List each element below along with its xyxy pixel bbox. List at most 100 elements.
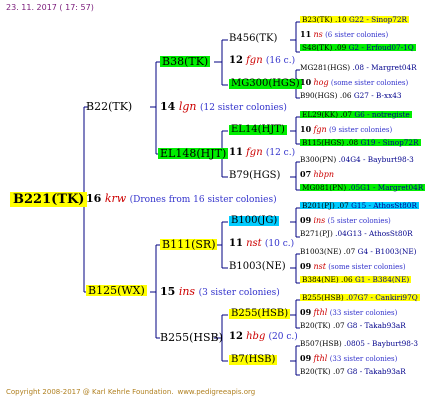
gen4-2-dam-row[interactable]: B115(HGS) .08 G19 - Sinop72R — [300, 138, 421, 147]
gen4-6-dam-ref[interactable]: G8 - Takab93aR — [347, 321, 406, 330]
gen4-7-sire-ref[interactable]: .0805 - Bayburt98-3 — [344, 339, 418, 348]
gen4-6-info: 09 fthl (33 sister colonies) — [300, 308, 397, 317]
gen4-4-dam[interactable]: B271(PJ) — [300, 229, 333, 238]
gen4-6-sire-row[interactable]: B255(HSB) .07G7 - Cankiri97Q — [300, 293, 420, 302]
gen4-5-dam-year: .06 — [341, 275, 353, 284]
root-queen[interactable]: B221(TK) — [10, 192, 88, 207]
gen4-2-dam-year: .08 — [346, 138, 359, 147]
gen3-1-siblings: (12 c.) — [265, 148, 296, 158]
gen4-5-sire-row[interactable]: B1003(NE) .07 G4 - B1003(NE) — [300, 248, 417, 255]
gen2-1-siblings: (3 sister colonies) — [198, 288, 280, 298]
gen4-3-code: hbpn — [313, 170, 335, 179]
gen4-4-sire-row[interactable]: B201(PJ) .07 G15 - AthosSt80R — [300, 201, 419, 210]
gen2-1-sire[interactable]: B111(SR) — [160, 239, 218, 250]
gen4-4-code: ins — [313, 216, 326, 225]
gen4-7-dam-ref[interactable]: G8 - Takab93aR — [347, 367, 406, 376]
gen3-3-info: 12 hbg (20 c.) — [229, 332, 298, 342]
gen3-1-sire[interactable]: EL14(HJT) — [229, 125, 287, 135]
gen3-0-dam[interactable]: MG300(HGS) — [229, 79, 302, 89]
gen4-4-dam-ref[interactable]: .04G13 - AthosSt80R — [335, 229, 412, 238]
gen4-6-siblings: (33 sister colonies) — [329, 309, 398, 317]
gen2-1-dam[interactable]: B255(HSB) — [160, 332, 223, 343]
gen4-1-dam-row[interactable]: B90(HGS) .06 G27 - B-xx43 — [300, 92, 402, 99]
gen2-0-info: 14 lgn (12 sister colonies) — [160, 101, 287, 113]
gen4-1-dam[interactable]: B90(HGS) — [300, 91, 338, 100]
gen4-3-dam-ref[interactable]: .05G1 - Margret04R — [349, 183, 424, 192]
gen4-4-info: 09 ins (5 sister colonies) — [300, 216, 391, 225]
footer-url[interactable]: www.pedigreeapis.org — [177, 388, 255, 396]
gen4-2-sire-year: .07 — [340, 110, 352, 119]
gen3-2-sire[interactable]: B100(JG) — [229, 216, 280, 226]
gen4-7-dam-year: .07 — [333, 367, 345, 376]
gen4-5-code: nst — [313, 262, 326, 271]
gen4-0-dam[interactable]: S48(TK) — [302, 43, 332, 52]
gen4-6-dam-row[interactable]: B20(TK) .07 G8 - Takab93aR — [300, 322, 406, 329]
gen1-code: krw — [104, 192, 127, 205]
gen2-0-year: 14 — [160, 100, 176, 113]
gen3-2-info: 11 nst (10 c.) — [229, 239, 294, 249]
gen4-0-dam-year: .09 — [334, 43, 347, 52]
gen4-7-sire[interactable]: B507(HSB) — [300, 339, 342, 348]
gen4-1-sire-ref[interactable]: .08 - Margret04R — [352, 63, 416, 72]
gen4-5-dam-row[interactable]: B384(NE) .06 G1 - B384(NE) — [300, 275, 412, 284]
gen4-3-sire-ref[interactable]: .04G4 - Bayburt98-3 — [339, 155, 414, 164]
gen4-0-dam-row[interactable]: S48(TK) .09 G2 - Erfoud07-1Q — [300, 43, 416, 52]
gen4-4-sire-ref[interactable]: G15 - AthosSt80R — [351, 201, 417, 210]
gen3-0-siblings: (16 c.) — [265, 56, 296, 66]
gen4-6-sire-ref[interactable]: .07G7 - Cankiri97Q — [346, 293, 418, 302]
gen4-0-sire[interactable]: B23(TK) — [302, 15, 333, 24]
gen3-0-code: fgn — [246, 55, 263, 66]
gen4-5-dam-ref[interactable]: G1 - B384(NE) — [355, 275, 409, 284]
gen4-4-sire-year: .07 — [337, 201, 349, 210]
gen3-3-siblings: (20 c.) — [268, 332, 298, 342]
gen4-3-sire[interactable]: B300(PN) — [300, 155, 336, 164]
gen4-6-year: 09 — [300, 307, 312, 317]
gen4-6-dam[interactable]: B20(TK) — [300, 321, 331, 330]
gen4-6-dam-year: .07 — [333, 321, 345, 330]
gen2-0-code: lgn — [178, 100, 197, 113]
gen1-info: 16 krw (Drones from 16 sister colonies) — [86, 193, 277, 205]
gen3-3-sire[interactable]: B255(HSB) — [229, 309, 291, 319]
gen4-5-sire[interactable]: B1003(NE) — [300, 247, 341, 256]
gen4-7-dam-row[interactable]: B20(TK) .07 G8 - Takab93aR — [300, 368, 406, 375]
gen3-0-sire[interactable]: B456(TK) — [229, 34, 277, 44]
gen4-2-dam-ref[interactable]: G19 - Sinop72R — [360, 138, 418, 147]
gen4-1-dam-ref[interactable]: G27 - B-xx43 — [354, 91, 402, 100]
gen4-1-sire[interactable]: MG281(HGS) — [300, 63, 350, 72]
gen3-2-dam[interactable]: B1003(NE) — [229, 262, 286, 272]
gen3-1-dam[interactable]: B79(HGS) — [229, 171, 280, 181]
gen3-3-dam[interactable]: B7(HSB) — [229, 355, 278, 365]
gen2-0-sire[interactable]: B38(TK) — [160, 56, 211, 67]
gen4-4-dam-row[interactable]: B271(PJ) .04G13 - AthosSt80R — [300, 230, 413, 237]
gen4-6-sire[interactable]: B255(HSB) — [302, 293, 344, 302]
gen4-7-info: 09 fthl (33 sister colonies) — [300, 354, 397, 363]
gen4-5-dam[interactable]: B384(NE) — [302, 275, 339, 284]
gen4-7-sire-row[interactable]: B507(HSB) .0805 - Bayburt98-3 — [300, 340, 418, 347]
gen4-5-sire-ref[interactable]: G4 - B1003(NE) — [358, 247, 417, 256]
gen4-6-code: fthl — [313, 308, 328, 317]
gen4-1-sire-row[interactable]: MG281(HGS) .08 - Margret04R — [300, 64, 417, 71]
gen4-1-siblings: (some sister colonies) — [330, 79, 409, 87]
gen4-0-dam-ref[interactable]: G2 - Erfoud07-1Q — [349, 43, 414, 52]
gen4-0-sire-row[interactable]: B23(TK) .10 G22 - Sinop72R — [300, 15, 410, 24]
gen3-0-year: 12 — [229, 55, 243, 66]
gen4-0-sire-ref[interactable]: G22 - Sinop72R — [349, 15, 407, 24]
gen4-3-dam-row[interactable]: MG081(PN) .05G1 - Margret04R — [300, 183, 426, 192]
gen1-dam[interactable]: B125(WX) — [86, 285, 147, 296]
gen4-1-dam-year: .06 — [339, 91, 352, 100]
gen4-2-info: 10 fgn (9 sister colonies) — [300, 125, 392, 134]
gen4-2-sire-ref[interactable]: G6 - notregiste — [354, 110, 409, 119]
gen4-4-sire[interactable]: B201(PJ) — [302, 201, 335, 210]
gen4-7-dam[interactable]: B20(TK) — [300, 367, 331, 376]
gen3-0-info: 12 fgn (16 c.) — [229, 56, 295, 66]
gen4-2-sire[interactable]: EL29(KK) — [302, 110, 338, 119]
gen1-sire[interactable]: B22(TK) — [86, 101, 132, 112]
gen2-0-dam[interactable]: EL148(HJT) — [158, 148, 229, 159]
gen4-3-sire-row[interactable]: B300(PN) .04G4 - Bayburt98-3 — [300, 156, 414, 163]
gen4-7-siblings: (33 sister colonies) — [329, 355, 398, 363]
gen4-2-sire-row[interactable]: EL29(KK) .07 G6 - notregiste — [300, 110, 412, 119]
gen4-2-dam[interactable]: B115(HGS) — [302, 138, 344, 147]
gen4-3-dam[interactable]: MG081(PN) — [302, 183, 346, 192]
gen4-3-info: 07 hbpn — [300, 170, 334, 179]
gen2-0-siblings: (12 sister colonies) — [199, 103, 287, 113]
